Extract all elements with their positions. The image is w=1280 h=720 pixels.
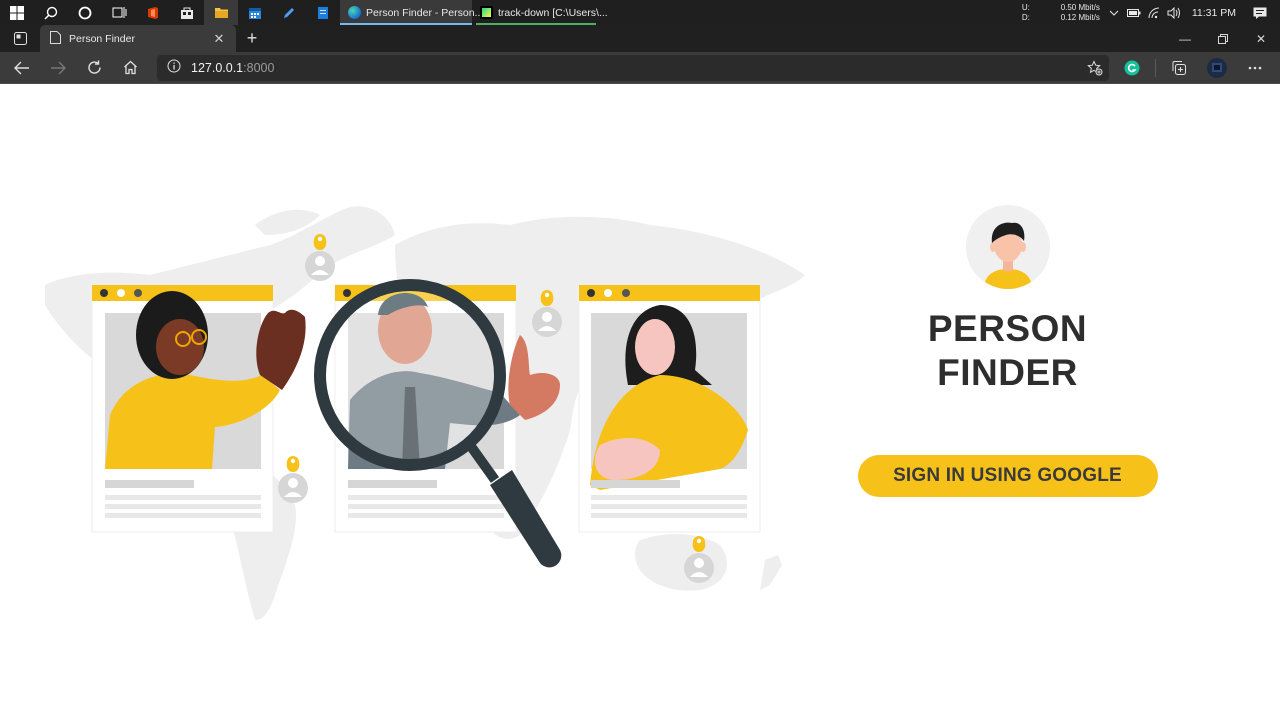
address-bar[interactable]: 127.0.0.1:8000 — [157, 55, 1109, 81]
volume-icon[interactable] — [1164, 0, 1184, 25]
refresh-button[interactable] — [76, 52, 112, 84]
home-button[interactable] — [112, 52, 148, 84]
page-title: PERSON FINDER — [927, 308, 1088, 393]
notification-icon[interactable] — [1250, 0, 1270, 25]
site-info-icon[interactable] — [167, 59, 181, 78]
pycharm-icon — [480, 6, 493, 19]
taskbar-app-label: Person Finder - Person... — [366, 6, 484, 19]
cortana-icon[interactable] — [68, 0, 102, 25]
windows-start-icon[interactable] — [0, 0, 34, 25]
collections-icon[interactable] — [1160, 52, 1198, 84]
network-speed: U: 0.50 Mbit/s D: 0.12 Mbit/s — [1021, 2, 1100, 22]
grammarly-icon[interactable] — [1113, 52, 1151, 84]
notes-icon[interactable] — [306, 0, 340, 25]
person-search-illustration — [45, 206, 805, 620]
forward-button[interactable] — [40, 52, 76, 84]
toolbar-right — [1113, 52, 1280, 84]
taskbar-app-pycharm[interactable]: track-down [C:\Users\... — [472, 0, 608, 25]
tab-actions-icon[interactable] — [0, 25, 40, 52]
avatar — [965, 205, 1050, 289]
location-pin-3 — [278, 456, 308, 503]
new-tab-button[interactable]: + — [236, 25, 268, 52]
wifi-icon[interactable] — [1144, 0, 1164, 25]
login-panel: PERSON FINDER SIGN IN USING GOOGLE — [850, 205, 1165, 497]
office-icon[interactable] — [136, 0, 170, 25]
minimize-icon[interactable]: — — [1166, 25, 1204, 52]
browser-toolbar: 127.0.0.1:8000 — [0, 52, 1280, 84]
tab-person-finder[interactable]: Person Finder ✕ — [40, 25, 236, 52]
add-favorite-icon[interactable] — [1087, 60, 1103, 81]
browser-tabstrip: Person Finder ✕ + — ✕ — [0, 25, 1280, 52]
search-icon[interactable] — [34, 0, 68, 25]
store-icon[interactable] — [170, 0, 204, 25]
clock[interactable]: 11:31 PM — [1192, 7, 1236, 19]
pen-icon[interactable] — [272, 0, 306, 25]
url-text: 127.0.0.1:8000 — [191, 61, 275, 75]
more-options-icon[interactable] — [1236, 52, 1274, 84]
page-icon — [50, 30, 61, 47]
file-explorer-icon[interactable] — [204, 0, 238, 25]
taskbar-app-label: track-down [C:\Users\... — [498, 6, 608, 19]
profile-avatar[interactable] — [1198, 52, 1236, 84]
system-tray: U: 0.50 Mbit/s D: 0.12 Mbit/s 11:31 PM — [1022, 0, 1280, 25]
chevron-up-icon[interactable] — [1104, 0, 1124, 25]
back-button[interactable] — [4, 52, 40, 84]
battery-icon[interactable] — [1124, 0, 1144, 25]
close-tab-icon[interactable]: ✕ — [212, 31, 226, 47]
tab-title: Person Finder — [69, 32, 135, 45]
google-signin-button[interactable]: SIGN IN USING GOOGLE — [857, 455, 1158, 497]
task-view-icon[interactable] — [102, 0, 136, 25]
profile-card-3 — [578, 284, 761, 533]
taskbar-app-edge[interactable]: Person Finder - Person... — [340, 0, 483, 25]
close-window-icon[interactable]: ✕ — [1242, 25, 1280, 52]
window-controls: — ✕ — [1166, 25, 1280, 52]
calendar-icon[interactable] — [238, 0, 272, 25]
restore-icon[interactable] — [1204, 25, 1242, 52]
edge-icon — [348, 6, 361, 19]
page-content: PERSON FINDER SIGN IN USING GOOGLE — [0, 85, 1280, 720]
windows-taskbar: Person Finder - Person... track-down [C:… — [0, 0, 1280, 25]
